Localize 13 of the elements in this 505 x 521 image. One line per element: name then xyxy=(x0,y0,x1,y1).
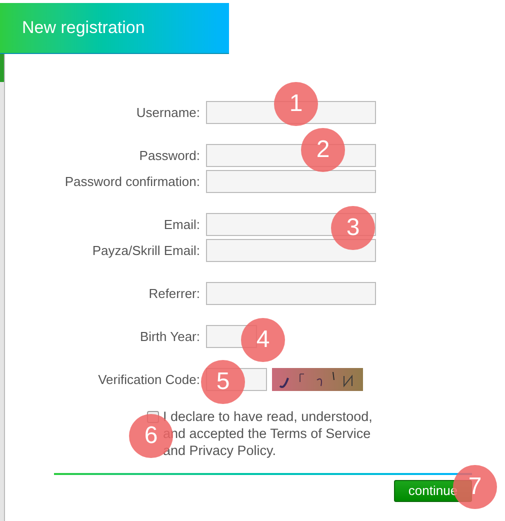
step-number-tooltip: 2 xyxy=(301,128,345,172)
step-number-tooltip: 4 xyxy=(241,318,285,362)
page-title: New registration xyxy=(22,17,145,40)
field-label: Verification Code: xyxy=(97,370,200,389)
field-label: Username: xyxy=(135,104,200,122)
field-label: Payza/Skrill Email: xyxy=(91,242,200,260)
field-label: Password confirmation: xyxy=(64,172,200,191)
step-number-tooltip: 1 xyxy=(274,82,318,126)
field-label: Referrer: xyxy=(148,284,200,303)
field-label: Password: xyxy=(138,146,200,165)
field-label: Email: xyxy=(162,216,200,234)
step-number-tooltip: 5 xyxy=(201,360,245,404)
field-label: Birth Year: xyxy=(139,328,200,346)
